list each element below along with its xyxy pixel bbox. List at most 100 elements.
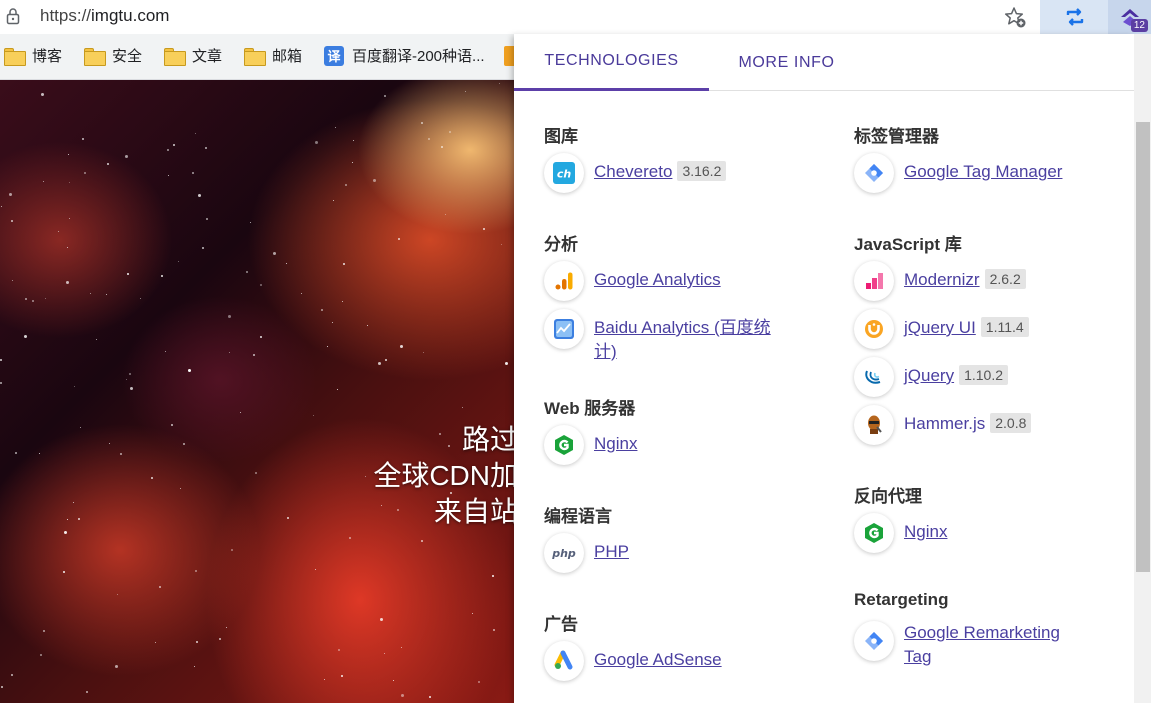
star-dot <box>439 433 441 435</box>
star-dot <box>32 300 34 302</box>
star-dot <box>353 140 354 141</box>
scrollbar-thumb[interactable] <box>1136 122 1150 572</box>
star-dot <box>492 575 494 577</box>
tech-name[interactable]: Hammer.js <box>904 414 985 433</box>
star-dot <box>178 261 179 262</box>
star-dot <box>483 228 485 230</box>
wappalyzer-extension-button[interactable]: 12 <box>1108 0 1151 34</box>
tech-item-jquery-ui[interactable]: jQuery UI 1.11.4 <box>854 309 1029 349</box>
star-dot <box>219 638 221 640</box>
star-dot <box>385 359 387 361</box>
tech-name-line1[interactable]: Baidu Analytics (百度统 <box>594 318 771 337</box>
category-title: 标签管理器 <box>854 127 939 146</box>
folder-icon <box>244 47 266 66</box>
tech-name[interactable]: jQuery UI <box>904 318 976 337</box>
tech-item-php[interactable]: php PHP <box>544 533 629 573</box>
star-dot <box>231 549 233 551</box>
star-dot <box>205 147 207 149</box>
tech-item-nginx[interactable]: Nginx <box>544 425 637 465</box>
tech-name-line2[interactable]: Tag <box>904 647 931 666</box>
star-dot <box>109 443 110 444</box>
tech-item-chevereto[interactable]: ch Chevereto 3.16.2 <box>544 153 727 193</box>
star-dot <box>345 184 347 186</box>
star-dot <box>315 141 318 144</box>
tech-item-google-analytics[interactable]: Google Analytics <box>544 261 721 301</box>
star-dot <box>140 298 141 299</box>
bookmark-label: 博客 <box>32 48 63 65</box>
category-title: 图库 <box>544 127 578 146</box>
star-dot <box>117 594 118 595</box>
star-dot <box>246 271 248 273</box>
star-dot <box>188 369 191 372</box>
star-dot <box>393 680 394 681</box>
category-title: Retargeting <box>854 590 949 609</box>
category-title: Web 服务器 <box>544 399 636 418</box>
bookmark-baidu-translate[interactable]: 译 百度翻译-200种语... <box>324 45 485 66</box>
star-dot <box>198 194 201 197</box>
tech-item-google-remarketing[interactable]: Google Remarketing Tag <box>854 621 1060 669</box>
tech-name-line1[interactable]: Google Remarketing <box>904 623 1060 642</box>
star-dot <box>9 193 12 196</box>
category-title: 广告 <box>544 615 578 634</box>
tech-name[interactable]: Modernizr <box>904 270 980 289</box>
star-dot <box>45 298 46 299</box>
folder-icon <box>164 47 186 66</box>
tech-version: 2.6.2 <box>984 269 1026 289</box>
url-text[interactable]: https://imgtu.com <box>40 6 169 26</box>
tech-item-jquery[interactable]: jQuery 1.10.2 <box>854 357 1009 397</box>
star-dot <box>335 127 336 128</box>
tech-version: 2.0.8 <box>990 413 1032 433</box>
star-dot <box>43 181 44 182</box>
star-dot <box>82 138 84 140</box>
tech-name[interactable]: PHP <box>594 542 629 561</box>
tech-name[interactable]: Google Analytics <box>594 270 721 289</box>
address-bar[interactable]: https://imgtu.com <box>0 0 1151 34</box>
star-dot <box>63 571 65 573</box>
star-dot <box>332 322 333 323</box>
folder-icon <box>4 47 26 66</box>
tech-name[interactable]: jQuery <box>904 366 954 385</box>
star-dot <box>493 629 495 631</box>
tech-name[interactable]: Google Tag Manager <box>904 162 1062 181</box>
bookmark-articles[interactable]: 文章 <box>164 45 222 66</box>
tech-item-google-tag-manager[interactable]: Google Tag Manager <box>854 153 1062 193</box>
tech-item-modernizr[interactable]: Modernizr 2.6.2 <box>854 261 1026 301</box>
tech-name-line2[interactable]: 计) <box>594 342 617 361</box>
bookmark-star-icon[interactable] <box>1003 5 1027 29</box>
star-dot <box>120 453 122 455</box>
tab-technologies[interactable]: TECHNOLOGIES <box>514 34 709 91</box>
tech-item-hammerjs[interactable]: Hammer.js 2.0.8 <box>854 405 1032 445</box>
star-dot <box>12 280 13 281</box>
tab-more-info[interactable]: MORE INFO <box>709 34 864 91</box>
star-dot <box>287 517 289 519</box>
star-dot <box>321 309 323 311</box>
jquery-icon <box>854 357 894 397</box>
bookmark-blog[interactable]: 博客 <box>4 45 62 66</box>
star-dot <box>107 163 109 165</box>
star-dot <box>333 200 334 201</box>
star-dot <box>183 443 185 445</box>
repeat-extension-button[interactable] <box>1057 0 1093 34</box>
star-dot <box>429 696 431 698</box>
tech-item-adsense[interactable]: Google AdSense <box>544 641 722 681</box>
chevereto-icon: ch <box>544 153 584 193</box>
star-dot <box>273 252 276 255</box>
star-dot <box>39 453 40 454</box>
tech-name[interactable]: Nginx <box>904 522 947 541</box>
tech-item-nginx-proxy[interactable]: Nginx <box>854 513 947 553</box>
php-icon: php <box>544 533 584 573</box>
tech-name[interactable]: Google AdSense <box>594 650 722 669</box>
tech-item-baidu-analytics[interactable]: Baidu Analytics (百度统 计) <box>544 309 794 364</box>
url-scheme: https:// <box>40 6 92 25</box>
star-dot <box>423 352 424 353</box>
bookmark-mail[interactable]: 邮箱 <box>244 45 302 66</box>
tech-name[interactable]: Chevereto <box>594 162 672 181</box>
lock-icon[interactable] <box>6 7 20 25</box>
star-dot <box>40 654 42 656</box>
star-dot <box>69 218 70 219</box>
star-dot <box>64 531 67 534</box>
bookmark-security[interactable]: 安全 <box>84 45 142 66</box>
star-dot <box>130 387 133 390</box>
tech-name[interactable]: Nginx <box>594 434 637 453</box>
star-dot <box>315 569 316 570</box>
